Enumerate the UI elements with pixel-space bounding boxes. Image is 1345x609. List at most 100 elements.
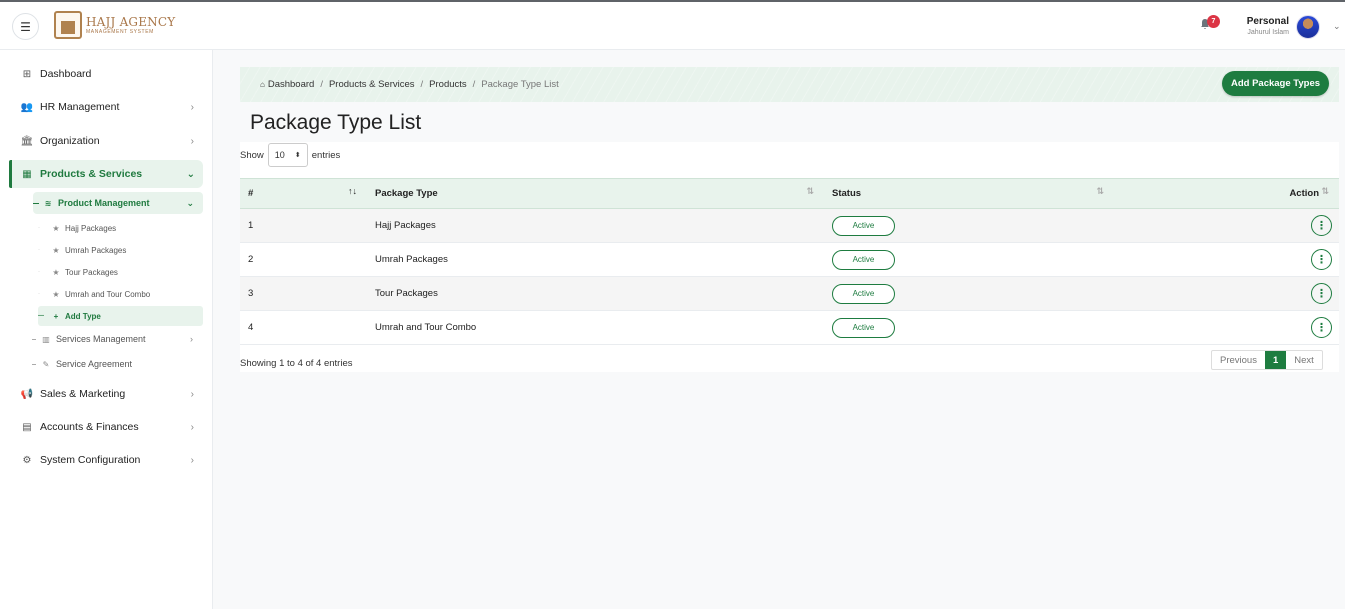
column-header-type[interactable]: Package Type ⇅ — [367, 178, 824, 209]
more-vertical-icon[interactable]: ⋮ — [1311, 283, 1332, 304]
sidebar-item-label: Dashboard — [40, 68, 92, 80]
sidebar-item-label: Product Management — [58, 198, 150, 208]
user-name: Jahurul Islam — [1247, 29, 1289, 36]
chevron-down-icon[interactable]: ⌄ — [1333, 21, 1341, 32]
sidebar-item-service-agreement[interactable]: ✎ Service Agreement — [32, 354, 202, 374]
sidebar-item-sales[interactable]: 📢 Sales & Marketing › — [12, 379, 202, 409]
notification-badge: 7 — [1207, 15, 1220, 28]
logo-name: HAJJ AGENCY — [86, 14, 176, 29]
row-type: Tour Packages — [367, 276, 824, 311]
star-icon: ★ — [52, 289, 60, 299]
top-bar: ☰ HAJJ AGENCY MANAGEMENT SYSTEM 7 Person… — [0, 0, 1345, 50]
sidebar-item-umrah-packages[interactable]: · ★ Umrah Packages — [38, 240, 203, 260]
sidebar-item-label: Tour Packages — [65, 267, 118, 277]
chevron-right-icon: › — [190, 101, 194, 113]
breadcrumb-products-services[interactable]: Products & Services — [329, 79, 415, 90]
breadcrumb-dashboard[interactable]: Dashboard — [268, 79, 314, 90]
row-num: 1 — [240, 208, 367, 243]
breadcrumb: ⌂ Dashboard / Products & Services / Prod… — [240, 67, 1339, 102]
table-row: 3 Tour Packages Active ⋮ — [240, 276, 1339, 311]
row-type: Hajj Packages — [367, 208, 824, 243]
chevron-right-icon: › — [190, 334, 193, 344]
sort-icon: ⇅ — [1096, 186, 1104, 196]
row-type: Umrah and Tour Combo — [367, 310, 824, 345]
logo-subtitle: MANAGEMENT SYSTEM — [86, 28, 154, 35]
status-badge[interactable]: Active — [832, 249, 895, 270]
sidebar-item-product-management[interactable]: ≋ Product Management ⌄ — [33, 192, 203, 214]
chevron-down-icon: ⌄ — [186, 197, 194, 208]
sidebar-item-label: Products & Services — [40, 168, 143, 180]
money-icon: ▤ — [22, 421, 32, 433]
table-card: Show 10 ⬍ entries # ↑↓ Package Type ⇅ Stat… — [240, 142, 1339, 372]
sort-arrows-icon: ⬍ — [294, 152, 301, 159]
plus-icon: + — [53, 311, 59, 321]
status-badge[interactable]: Active — [832, 317, 895, 338]
breadcrumb-products[interactable]: Products — [429, 79, 467, 90]
table-row: 1 Hajj Packages Active ⋮ — [240, 208, 1339, 243]
sidebar-item-accounts[interactable]: ▤ Accounts & Finances › — [12, 412, 202, 442]
sidebar-item-label: Add Type — [65, 311, 101, 321]
row-num: 3 — [240, 276, 367, 311]
pagination: Previous 1 Next — [1211, 350, 1323, 370]
chevron-right-icon: › — [190, 421, 194, 433]
building-icon: 🏛 — [20, 135, 34, 147]
table-row: 2 Umrah Packages Active ⋮ — [240, 242, 1339, 277]
chevron-right-icon: › — [190, 388, 194, 400]
row-num: 2 — [240, 242, 367, 277]
previous-button[interactable]: Previous — [1212, 351, 1265, 369]
home-icon: ⌂ — [260, 80, 265, 89]
kaaba-logo-icon — [54, 11, 82, 39]
chevron-right-icon: › — [190, 135, 194, 147]
user-info[interactable]: Personal Jahurul Islam — [1246, 16, 1289, 37]
sort-icon: ⇅ — [1321, 186, 1329, 196]
status-badge[interactable]: Active — [832, 215, 895, 236]
status-badge[interactable]: Active — [832, 283, 895, 304]
page-title: Package Type List — [250, 111, 422, 134]
sidebar-item-products[interactable]: ▦ Products & Services ⌄ — [9, 160, 203, 188]
sidebar-item-dashboard[interactable]: ⊞ Dashboard — [12, 59, 202, 89]
sidebar-item-add-type[interactable]: — + Add Type — [38, 306, 203, 326]
breadcrumb-current: Package Type List — [481, 79, 559, 90]
sidebar-item-label: HR Management — [40, 101, 120, 113]
sidebar-item-label: Accounts & Finances — [40, 421, 139, 433]
more-vertical-icon[interactable]: ⋮ — [1311, 215, 1332, 236]
column-header-num[interactable]: # ↑↓ — [240, 178, 367, 209]
bullhorn-icon: 📢 — [20, 388, 34, 400]
sidebar-item-label: Umrah and Tour Combo — [65, 289, 151, 299]
sidebar-item-label: System Configuration — [40, 454, 141, 466]
grid-icon: ⊞ — [22, 68, 32, 80]
sidebar-item-hajj-packages[interactable]: · ★ Hajj Packages — [38, 218, 203, 238]
sidebar-item-label: Umrah Packages — [65, 245, 127, 255]
length-control: Show 10 ⬍ entries — [240, 142, 340, 168]
column-header-status[interactable]: Status ⇅ — [824, 178, 1114, 209]
sidebar-item-organization[interactable]: 🏛 Organization › — [12, 126, 202, 156]
gear-icon: ⚙ — [22, 454, 32, 466]
row-num: 4 — [240, 310, 367, 345]
show-label: Show — [240, 149, 264, 161]
star-icon: ★ — [52, 267, 60, 277]
menu-toggle-icon[interactable]: ☰ — [12, 13, 39, 40]
sidebar-item-umrah-tour-combo[interactable]: · ★ Umrah and Tour Combo — [38, 284, 203, 304]
add-package-types-button[interactable]: Add Package Types — [1222, 71, 1329, 96]
file-signature-icon: ✎ — [42, 359, 50, 369]
more-vertical-icon[interactable]: ⋮ — [1311, 249, 1332, 270]
next-button[interactable]: Next — [1286, 351, 1322, 369]
sidebar-item-system[interactable]: ⚙ System Configuration › — [12, 445, 202, 475]
sidebar-item-services-management[interactable]: ▥ Services Management › — [32, 329, 202, 349]
avatar[interactable] — [1296, 15, 1320, 39]
logo[interactable]: HAJJ AGENCY MANAGEMENT SYSTEM — [54, 11, 175, 39]
entries-select[interactable]: 10 ⬍ — [267, 143, 308, 167]
sidebar-item-hr[interactable]: 👥 HR Management › — [12, 92, 202, 122]
more-vertical-icon[interactable]: ⋮ — [1311, 317, 1332, 338]
column-header-action[interactable]: Action ⇅ — [1114, 178, 1339, 209]
star-icon: ★ — [52, 223, 60, 233]
sort-icon: ⇅ — [806, 186, 814, 196]
sidebar-item-label: Service Agreement — [56, 359, 133, 369]
table-header-row: # ↑↓ Package Type ⇅ Status ⇅ Action ⇅ — [240, 178, 1339, 209]
user-role: Personal — [1246, 16, 1289, 27]
chevron-right-icon: › — [190, 454, 194, 466]
sidebar-item-tour-packages[interactable]: · ★ Tour Packages — [38, 262, 203, 282]
page-1-button[interactable]: 1 — [1264, 351, 1287, 369]
entries-select-value: 10 — [274, 150, 285, 160]
calendar-icon: ▦ — [22, 168, 32, 180]
